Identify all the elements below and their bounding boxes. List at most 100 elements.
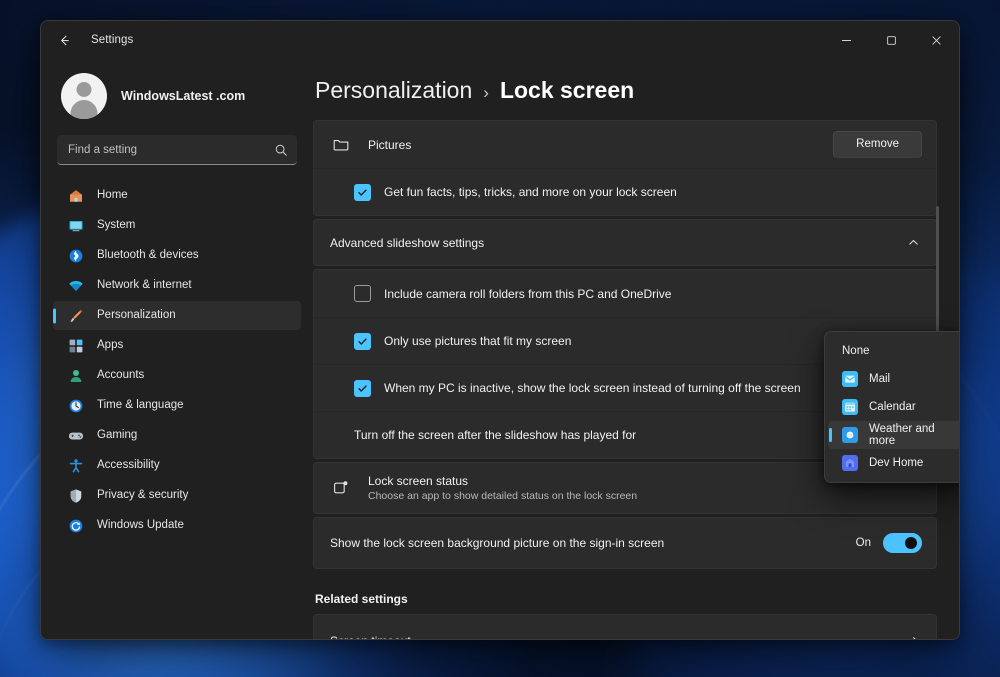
fun-facts-label: Get fun facts, tips, tricks, and more on… [384,185,677,199]
signin-background-label: Show the lock screen background picture … [330,536,664,550]
lock-screen-app-dropdown[interactable]: None Mail [824,331,960,483]
signin-toggle-group[interactable]: On [856,533,922,553]
fun-facts-checkbox[interactable] [354,184,371,201]
system-icon [67,217,84,234]
minimize-icon [841,35,852,46]
page-title: Lock screen [500,77,634,104]
camera-roll-checkbox[interactable] [354,285,371,302]
maximize-button[interactable] [869,21,914,59]
account-block[interactable]: WindowsLatest .com [53,59,301,133]
option-label: When my PC is inactive, show the lock sc… [384,381,801,395]
dropdown-item-dev-home[interactable]: Dev Home [828,449,960,477]
turn-off-screen-label: Turn off the screen after the slideshow … [354,428,636,442]
fit-screen-checkbox[interactable] [354,333,371,350]
related-settings-heading: Related settings [313,572,937,614]
advanced-slideshow-title: Advanced slideshow settings [330,236,484,250]
lock-screen-status-icon [330,479,352,497]
sidebar-item-label: Time & language [97,400,184,412]
home-icon [67,187,84,204]
inactive-lockscreen-checkbox[interactable] [354,380,371,397]
sidebar-item-system[interactable]: System [53,211,301,240]
accessibility-icon [67,457,84,474]
sidebar-item-label: Apps [97,340,123,352]
update-refresh-icon [67,517,84,534]
sidebar-item-network[interactable]: Network & internet [53,271,301,300]
search-box[interactable] [57,135,297,165]
close-button[interactable] [914,21,959,59]
network-icon [67,277,84,294]
dropdown-item-weather-and-more[interactable]: Weather and more [828,421,960,449]
sidebar-item-apps[interactable]: Apps [53,331,301,360]
lock-screen-status-subtitle: Choose an app to show detailed status on… [368,490,637,502]
weather-app-icon [842,427,858,443]
dropdown-item-label: Calendar [869,401,916,413]
sidebar-item-accessibility[interactable]: Accessibility [53,451,301,480]
sidebar-item-windows-update[interactable]: Windows Update [53,511,301,540]
pictures-label: Pictures [368,138,411,152]
pictures-card: Pictures Remove Get fun facts, tips, tri… [313,120,937,216]
apps-icon [67,337,84,354]
signin-background-toggle[interactable] [883,533,922,553]
avatar-head [77,82,92,97]
signin-background-row: Show the lock screen background picture … [314,518,936,568]
sidebar-item-bluetooth[interactable]: Bluetooth & devices [53,241,301,270]
chevron-up-icon[interactable] [907,236,920,249]
window-controls [824,21,959,59]
dropdown-item-label: Dev Home [869,457,923,469]
dropdown-item-calendar[interactable]: Calendar [828,393,960,421]
signin-background-card: Show the lock screen background picture … [313,517,937,569]
remove-button[interactable]: Remove [833,131,922,159]
screen-timeout-label: Screen timeout [330,634,411,639]
sidebar-item-label: System [97,220,135,232]
option-label: Include camera roll folders from this PC… [384,287,671,301]
search-input[interactable] [68,144,274,156]
gamepad-icon [67,427,84,444]
breadcrumb-parent[interactable]: Personalization [315,77,472,104]
dropdown-item-label: Mail [869,373,890,385]
pictures-row: Pictures Remove [314,121,936,168]
back-arrow-icon [57,33,72,48]
toggle-state-label: On [856,537,871,549]
lock-screen-status-title: Lock screen status [368,474,637,488]
dropdown-item-label: Weather and more [869,423,960,447]
breadcrumb: Personalization › Lock screen [313,59,941,120]
sidebar-item-privacy-security[interactable]: Privacy & security [53,481,301,510]
settings-window: Settings [40,20,960,640]
sidebar-nav-list: Home System [53,181,301,540]
sidebar-item-personalization[interactable]: Personalization [53,301,301,330]
lock-screen-status-text: Lock screen status Choose an app to show… [368,474,637,502]
shield-icon [67,487,84,504]
option-camera-roll-row[interactable]: Include camera roll folders from this PC… [314,270,936,317]
sidebar-item-gaming[interactable]: Gaming [53,421,301,450]
sidebar-item-label: Network & internet [97,280,192,292]
minimize-button[interactable] [824,21,869,59]
sidebar-item-accounts[interactable]: Accounts [53,361,301,390]
sidebar-item-time-language[interactable]: Time & language [53,391,301,420]
screen-timeout-row[interactable]: Screen timeout [314,615,936,639]
sidebar-item-label: Bluetooth & devices [97,250,199,262]
sidebar-item-label: Privacy & security [97,490,188,502]
advanced-slideshow-header[interactable]: Advanced slideshow settings [314,220,936,265]
clock-icon [67,397,84,414]
personalization-brush-icon [67,307,84,324]
option-label: Only use pictures that fit my screen [384,334,571,348]
window-body: WindowsLatest .com [41,59,959,639]
advanced-slideshow-expander[interactable]: Advanced slideshow settings [313,219,937,266]
sidebar-item-label: Windows Update [97,520,184,532]
screen-timeout-card[interactable]: Screen timeout [313,614,937,639]
sidebar-item-label: Personalization [97,310,176,322]
dev-home-app-icon [842,455,858,471]
avatar [61,73,107,119]
sidebar-item-label: Gaming [97,430,137,442]
bluetooth-icon [67,247,84,264]
desktop-wallpaper: Settings [0,0,1000,677]
folder-icon [330,136,352,154]
sidebar-item-home[interactable]: Home [53,181,301,210]
back-button[interactable] [48,24,80,56]
sidebar: WindowsLatest .com [41,59,313,639]
dropdown-item-none[interactable]: None [828,337,960,365]
mail-app-icon [842,371,858,387]
breadcrumb-separator: › [483,83,489,103]
fun-facts-row[interactable]: Get fun facts, tips, tricks, and more on… [314,168,936,215]
dropdown-item-mail[interactable]: Mail [828,365,960,393]
